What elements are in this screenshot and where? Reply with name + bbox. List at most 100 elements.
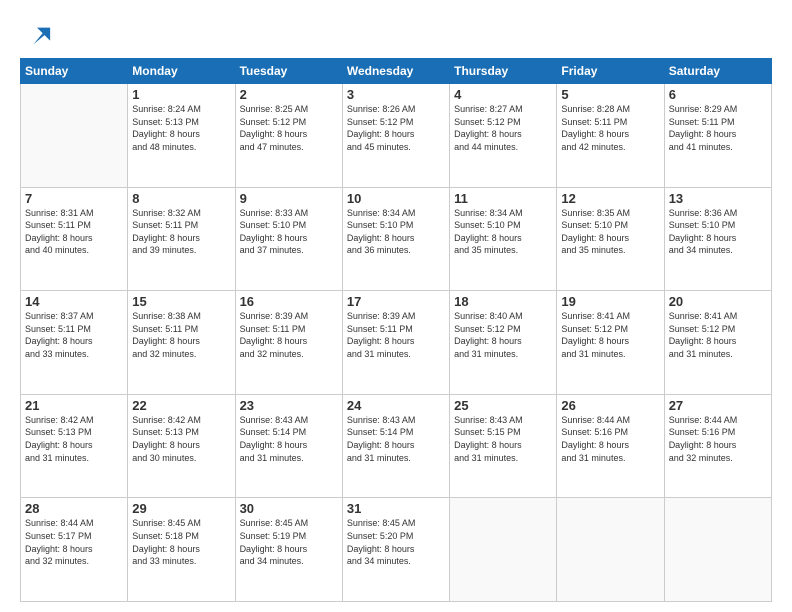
day-number: 6 [669,87,767,102]
day-info: Sunrise: 8:35 AM Sunset: 5:10 PM Dayligh… [561,207,659,257]
day-info: Sunrise: 8:31 AM Sunset: 5:11 PM Dayligh… [25,207,123,257]
day-info: Sunrise: 8:43 AM Sunset: 5:14 PM Dayligh… [347,414,445,464]
day-info: Sunrise: 8:45 AM Sunset: 5:20 PM Dayligh… [347,517,445,567]
day-number: 15 [132,294,230,309]
day-info: Sunrise: 8:36 AM Sunset: 5:10 PM Dayligh… [669,207,767,257]
calendar-day-cell: 13Sunrise: 8:36 AM Sunset: 5:10 PM Dayli… [664,187,771,291]
calendar-day-cell: 5Sunrise: 8:28 AM Sunset: 5:11 PM Daylig… [557,84,664,188]
day-number: 11 [454,191,552,206]
calendar-day-cell: 22Sunrise: 8:42 AM Sunset: 5:13 PM Dayli… [128,394,235,498]
calendar-day-cell: 14Sunrise: 8:37 AM Sunset: 5:11 PM Dayli… [21,291,128,395]
calendar-day-cell: 11Sunrise: 8:34 AM Sunset: 5:10 PM Dayli… [450,187,557,291]
day-number: 25 [454,398,552,413]
weekday-header: Saturday [664,59,771,84]
day-number: 26 [561,398,659,413]
calendar-day-cell: 21Sunrise: 8:42 AM Sunset: 5:13 PM Dayli… [21,394,128,498]
day-number: 14 [25,294,123,309]
day-number: 27 [669,398,767,413]
calendar-day-cell: 25Sunrise: 8:43 AM Sunset: 5:15 PM Dayli… [450,394,557,498]
calendar-day-cell: 12Sunrise: 8:35 AM Sunset: 5:10 PM Dayli… [557,187,664,291]
day-number: 8 [132,191,230,206]
day-info: Sunrise: 8:45 AM Sunset: 5:18 PM Dayligh… [132,517,230,567]
day-info: Sunrise: 8:43 AM Sunset: 5:15 PM Dayligh… [454,414,552,464]
calendar-week-row: 7Sunrise: 8:31 AM Sunset: 5:11 PM Daylig… [21,187,772,291]
calendar-day-cell: 27Sunrise: 8:44 AM Sunset: 5:16 PM Dayli… [664,394,771,498]
day-info: Sunrise: 8:32 AM Sunset: 5:11 PM Dayligh… [132,207,230,257]
day-number: 1 [132,87,230,102]
calendar-day-cell: 7Sunrise: 8:31 AM Sunset: 5:11 PM Daylig… [21,187,128,291]
day-number: 29 [132,501,230,516]
calendar-day-cell: 4Sunrise: 8:27 AM Sunset: 5:12 PM Daylig… [450,84,557,188]
calendar-day-cell: 15Sunrise: 8:38 AM Sunset: 5:11 PM Dayli… [128,291,235,395]
day-info: Sunrise: 8:44 AM Sunset: 5:17 PM Dayligh… [25,517,123,567]
day-info: Sunrise: 8:37 AM Sunset: 5:11 PM Dayligh… [25,310,123,360]
day-info: Sunrise: 8:25 AM Sunset: 5:12 PM Dayligh… [240,103,338,153]
calendar-day-cell: 2Sunrise: 8:25 AM Sunset: 5:12 PM Daylig… [235,84,342,188]
calendar-day-cell: 28Sunrise: 8:44 AM Sunset: 5:17 PM Dayli… [21,498,128,602]
day-number: 19 [561,294,659,309]
day-number: 7 [25,191,123,206]
day-info: Sunrise: 8:39 AM Sunset: 5:11 PM Dayligh… [347,310,445,360]
calendar-empty-cell [664,498,771,602]
day-number: 16 [240,294,338,309]
day-number: 28 [25,501,123,516]
weekday-header: Sunday [21,59,128,84]
day-number: 5 [561,87,659,102]
weekday-header: Thursday [450,59,557,84]
calendar-week-row: 14Sunrise: 8:37 AM Sunset: 5:11 PM Dayli… [21,291,772,395]
calendar-day-cell: 6Sunrise: 8:29 AM Sunset: 5:11 PM Daylig… [664,84,771,188]
calendar-day-cell: 20Sunrise: 8:41 AM Sunset: 5:12 PM Dayli… [664,291,771,395]
logo-icon [24,22,52,50]
calendar-day-cell: 3Sunrise: 8:26 AM Sunset: 5:12 PM Daylig… [342,84,449,188]
calendar-empty-cell [450,498,557,602]
weekday-header: Tuesday [235,59,342,84]
weekday-header: Friday [557,59,664,84]
day-info: Sunrise: 8:28 AM Sunset: 5:11 PM Dayligh… [561,103,659,153]
calendar-table: SundayMondayTuesdayWednesdayThursdayFrid… [20,58,772,602]
day-number: 13 [669,191,767,206]
calendar-day-cell: 17Sunrise: 8:39 AM Sunset: 5:11 PM Dayli… [342,291,449,395]
day-number: 30 [240,501,338,516]
day-info: Sunrise: 8:44 AM Sunset: 5:16 PM Dayligh… [561,414,659,464]
day-number: 20 [669,294,767,309]
calendar-day-cell: 23Sunrise: 8:43 AM Sunset: 5:14 PM Dayli… [235,394,342,498]
day-info: Sunrise: 8:26 AM Sunset: 5:12 PM Dayligh… [347,103,445,153]
day-number: 21 [25,398,123,413]
calendar-empty-cell [21,84,128,188]
day-info: Sunrise: 8:33 AM Sunset: 5:10 PM Dayligh… [240,207,338,257]
day-number: 4 [454,87,552,102]
calendar-header-row: SundayMondayTuesdayWednesdayThursdayFrid… [21,59,772,84]
day-info: Sunrise: 8:44 AM Sunset: 5:16 PM Dayligh… [669,414,767,464]
logo [20,22,52,50]
day-number: 23 [240,398,338,413]
day-number: 17 [347,294,445,309]
day-info: Sunrise: 8:42 AM Sunset: 5:13 PM Dayligh… [132,414,230,464]
calendar-day-cell: 18Sunrise: 8:40 AM Sunset: 5:12 PM Dayli… [450,291,557,395]
calendar-week-row: 21Sunrise: 8:42 AM Sunset: 5:13 PM Dayli… [21,394,772,498]
day-info: Sunrise: 8:34 AM Sunset: 5:10 PM Dayligh… [347,207,445,257]
calendar-day-cell: 19Sunrise: 8:41 AM Sunset: 5:12 PM Dayli… [557,291,664,395]
day-number: 12 [561,191,659,206]
calendar-day-cell: 26Sunrise: 8:44 AM Sunset: 5:16 PM Dayli… [557,394,664,498]
day-info: Sunrise: 8:42 AM Sunset: 5:13 PM Dayligh… [25,414,123,464]
calendar-day-cell: 10Sunrise: 8:34 AM Sunset: 5:10 PM Dayli… [342,187,449,291]
day-info: Sunrise: 8:38 AM Sunset: 5:11 PM Dayligh… [132,310,230,360]
day-number: 22 [132,398,230,413]
calendar-week-row: 28Sunrise: 8:44 AM Sunset: 5:17 PM Dayli… [21,498,772,602]
day-number: 2 [240,87,338,102]
calendar-day-cell: 16Sunrise: 8:39 AM Sunset: 5:11 PM Dayli… [235,291,342,395]
day-info: Sunrise: 8:24 AM Sunset: 5:13 PM Dayligh… [132,103,230,153]
weekday-header: Wednesday [342,59,449,84]
day-info: Sunrise: 8:43 AM Sunset: 5:14 PM Dayligh… [240,414,338,464]
calendar-day-cell: 9Sunrise: 8:33 AM Sunset: 5:10 PM Daylig… [235,187,342,291]
day-number: 18 [454,294,552,309]
calendar-week-row: 1Sunrise: 8:24 AM Sunset: 5:13 PM Daylig… [21,84,772,188]
header [20,18,772,50]
calendar-day-cell: 30Sunrise: 8:45 AM Sunset: 5:19 PM Dayli… [235,498,342,602]
day-number: 24 [347,398,445,413]
calendar-day-cell: 31Sunrise: 8:45 AM Sunset: 5:20 PM Dayli… [342,498,449,602]
day-info: Sunrise: 8:34 AM Sunset: 5:10 PM Dayligh… [454,207,552,257]
calendar-day-cell: 29Sunrise: 8:45 AM Sunset: 5:18 PM Dayli… [128,498,235,602]
calendar-empty-cell [557,498,664,602]
day-number: 9 [240,191,338,206]
